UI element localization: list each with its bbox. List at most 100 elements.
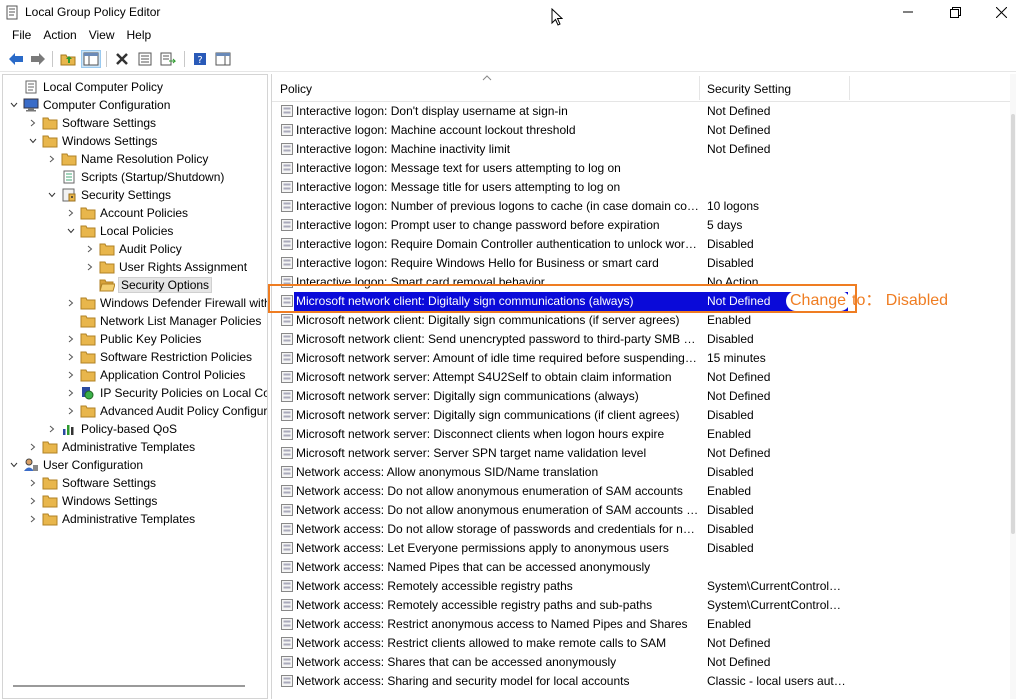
policy-row[interactable]: Interactive logon: Machine inactivity li… <box>272 140 848 159</box>
tree-expander[interactable] <box>47 150 57 168</box>
tree-item[interactable]: Computer Configuration <box>9 96 171 114</box>
tree-item[interactable]: Application Control Policies <box>66 366 246 384</box>
horizontal-scrollbar[interactable] <box>13 685 245 687</box>
policy-row[interactable]: Interactive logon: Don't display usernam… <box>272 102 848 121</box>
tree-expander[interactable] <box>85 240 95 258</box>
tree-expander[interactable] <box>9 456 19 474</box>
maximize-button[interactable] <box>932 0 978 24</box>
policy-row[interactable]: Interactive logon: Require Domain Contro… <box>272 235 848 254</box>
tree-expander[interactable] <box>9 96 19 114</box>
properties-button[interactable] <box>135 50 155 68</box>
policy-row[interactable]: Network access: Sharing and security mod… <box>272 672 848 691</box>
policy-row[interactable]: Microsoft network client: Send unencrypt… <box>272 330 848 349</box>
menu-view[interactable]: View <box>83 24 121 46</box>
tree-item[interactable]: Administrative Templates <box>28 510 196 528</box>
vertical-scrollbar[interactable] <box>1010 74 1016 699</box>
tree-expander[interactable] <box>66 330 76 348</box>
tree-item[interactable]: Software Restriction Policies <box>66 348 253 366</box>
policy-row[interactable]: Microsoft network server: Server SPN tar… <box>272 444 848 463</box>
tree-expander[interactable] <box>28 114 38 132</box>
tree-item[interactable]: Local Policies <box>66 222 174 240</box>
tree-item[interactable]: User Configuration <box>9 456 144 474</box>
menu-action[interactable]: Action <box>37 24 82 46</box>
tree-expander[interactable] <box>28 492 38 510</box>
tree-expander[interactable] <box>66 222 76 240</box>
tree-item[interactable]: Software Settings <box>28 114 157 132</box>
tree-item[interactable]: Software Settings <box>28 474 157 492</box>
tree-item[interactable]: IP Security Policies on Local Computer <box>66 384 267 402</box>
policy-row[interactable]: Interactive logon: Message text for user… <box>272 159 848 178</box>
policy-row[interactable]: Network access: Do not allow storage of … <box>272 520 848 539</box>
tree-expander[interactable] <box>66 384 76 402</box>
tree-expander[interactable] <box>66 294 76 312</box>
column-header-policy[interactable]: Policy <box>280 82 312 96</box>
tree-item[interactable]: Windows Settings <box>28 492 158 510</box>
policy-row[interactable]: Network access: Do not allow anonymous e… <box>272 482 848 501</box>
column-divider[interactable] <box>849 76 850 100</box>
policy-row[interactable]: Network access: Allow anonymous SID/Name… <box>272 463 848 482</box>
tree-item[interactable]: Account Policies <box>66 204 189 222</box>
scrollbar-thumb[interactable] <box>1011 114 1015 534</box>
policy-row[interactable]: Interactive logon: Prompt user to change… <box>272 216 848 235</box>
tree-expander[interactable] <box>28 438 38 456</box>
tree-expander[interactable] <box>66 348 76 366</box>
policy-row[interactable]: Interactive logon: Number of previous lo… <box>272 197 848 216</box>
tree-expander[interactable] <box>28 132 38 150</box>
policy-row[interactable]: Network access: Restrict anonymous acces… <box>272 615 848 634</box>
policy-row[interactable]: Microsoft network server: Digitally sign… <box>272 406 848 425</box>
tree-expander[interactable] <box>47 186 57 204</box>
forward-button[interactable] <box>28 50 48 68</box>
policy-row[interactable]: Network access: Shares that can be acces… <box>272 653 848 672</box>
policy-row[interactable]: Microsoft network server: Disconnect cli… <box>272 425 848 444</box>
policy-row[interactable]: Microsoft network server: Amount of idle… <box>272 349 848 368</box>
tree-expander[interactable] <box>66 204 76 222</box>
tree-item[interactable]: Security Settings <box>47 186 172 204</box>
tree-item[interactable]: Public Key Policies <box>66 330 202 348</box>
delete-button[interactable] <box>112 50 132 68</box>
tree-expander[interactable] <box>66 402 76 420</box>
policy-row[interactable]: Network access: Remotely accessible regi… <box>272 596 848 615</box>
policy-row[interactable]: Interactive logon: Smart card removal be… <box>272 273 848 292</box>
up-level-button[interactable] <box>58 50 78 68</box>
policy-row[interactable]: Microsoft network server: Digitally sign… <box>272 387 848 406</box>
policy-row[interactable]: Network access: Remotely accessible regi… <box>272 577 848 596</box>
menu-help[interactable]: Help <box>121 24 158 46</box>
tree-item[interactable]: Administrative Templates <box>28 438 196 456</box>
policy-row[interactable]: Network access: Named Pipes that can be … <box>272 558 848 577</box>
tree-item[interactable]: User Rights Assignment <box>85 258 248 276</box>
policy-row[interactable]: Interactive logon: Machine account locko… <box>272 121 848 140</box>
tree-expander[interactable] <box>28 474 38 492</box>
policy-row[interactable]: Microsoft network server: Attempt S4U2Se… <box>272 368 848 387</box>
tree-expander[interactable] <box>47 420 57 438</box>
menu-file[interactable]: File <box>0 24 37 46</box>
policy-row[interactable]: Microsoft network client: Digitally sign… <box>272 311 848 330</box>
column-divider[interactable] <box>699 76 700 100</box>
minimize-button[interactable] <box>885 0 931 24</box>
policy-row[interactable]: Microsoft network client: Digitally sign… <box>281 292 848 311</box>
tree-item[interactable]: Advanced Audit Policy Configuration <box>66 402 267 420</box>
tree-item[interactable]: Security Options <box>85 276 213 294</box>
column-header-security-setting[interactable]: Security Setting <box>707 82 791 96</box>
show-action-pane-button[interactable] <box>213 50 233 68</box>
export-list-button[interactable] <box>158 50 178 68</box>
tree-item[interactable]: Audit Policy <box>85 240 183 258</box>
tree-item[interactable]: Network List Manager Policies <box>66 312 262 330</box>
policy-row[interactable]: Network access: Restrict clients allowed… <box>272 634 848 653</box>
tree-item[interactable]: Name Resolution Policy <box>47 150 209 168</box>
show-hide-tree-button[interactable] <box>81 50 101 68</box>
policy-row[interactable]: Interactive logon: Message title for use… <box>272 178 848 197</box>
close-button[interactable] <box>978 0 1016 24</box>
tree-expander[interactable] <box>28 510 38 528</box>
back-button[interactable] <box>6 50 26 68</box>
tree-item[interactable]: Local Computer Policy <box>9 78 164 96</box>
tree-item[interactable]: Policy-based QoS <box>47 420 178 438</box>
tree-item[interactable]: Scripts (Startup/Shutdown) <box>47 168 225 186</box>
tree-expander[interactable] <box>85 258 95 276</box>
policy-row[interactable]: Network access: Do not allow anonymous e… <box>272 501 848 520</box>
policy-row[interactable]: Interactive logon: Require Windows Hello… <box>272 254 848 273</box>
policy-row[interactable]: Network access: Let Everyone permissions… <box>272 539 848 558</box>
tree-item[interactable]: Windows Defender Firewall with Advanced … <box>66 294 267 312</box>
help-button[interactable]: ? <box>190 50 210 68</box>
tree-expander[interactable] <box>66 366 76 384</box>
tree-item[interactable]: Windows Settings <box>28 132 158 150</box>
